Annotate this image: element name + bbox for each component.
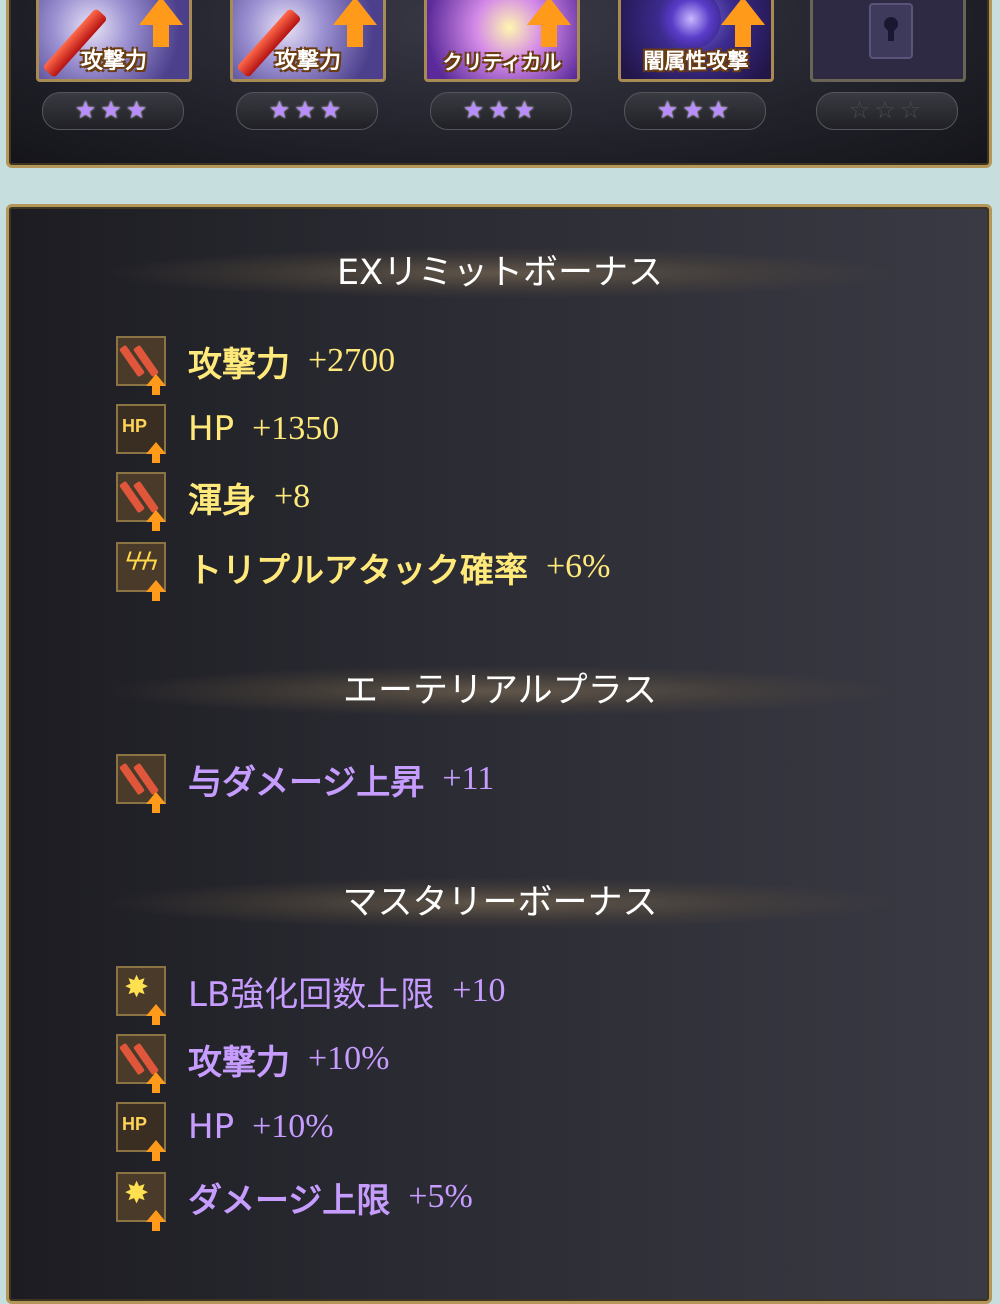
ex-limit-title: EXリミットボーナス — [110, 248, 890, 298]
bonus-row: 与ダメージ上昇 +11 — [116, 752, 495, 813]
up-arrow-icon — [527, 0, 571, 47]
stat-name: 攻撃力 — [188, 1042, 290, 1083]
ethereal-title: エーテリアルプラス — [110, 666, 890, 716]
bonus-row: 渾身 +8 — [116, 470, 311, 531]
bonus-row: ✸ LB強化回数上限 +10 — [116, 964, 506, 1025]
skill-slot-2[interactable]: 攻撃力 ★★★ — [230, 0, 390, 132]
stat-value: +8 — [274, 478, 311, 515]
stat-value: +11 — [442, 760, 495, 797]
sword-icon — [116, 472, 166, 531]
bonus-row: HP HP +10% — [116, 1100, 334, 1161]
star-rating: ☆☆☆ — [816, 92, 958, 130]
burst-icon: ✸ — [116, 966, 166, 1025]
sword-icon — [116, 754, 166, 813]
skill-label: 闇属性攻撃 — [643, 49, 749, 73]
skill-slot-1[interactable]: 攻撃力 ★★★ — [36, 0, 196, 132]
skill-label: 攻撃力 — [274, 49, 341, 74]
up-arrow-icon — [139, 0, 183, 47]
skill-list: 攻撃力 ★★★ 攻撃力 ★★★ クリティカル ★★★ 闇属性攻撃 ★★★ ☆☆☆ — [0, 0, 1000, 170]
skill-slot-4[interactable]: 闇属性攻撃 ★★★ — [618, 0, 778, 132]
star-rating: ★★★ — [624, 92, 766, 130]
stat-name: 攻撃力 — [188, 344, 290, 385]
stat-value: +10% — [308, 1040, 390, 1077]
stat-value: +10% — [252, 1108, 334, 1145]
sword-icon — [116, 336, 166, 395]
stat-name: HP — [188, 1107, 235, 1147]
mastery-title: マスタリーボーナス — [110, 878, 890, 928]
stat-value: +5% — [408, 1178, 473, 1215]
bonus-row: ✸ ダメージ上限 +5% — [116, 1170, 473, 1231]
star-rating: ★★★ — [430, 92, 572, 130]
star-rating: ★★★ — [236, 92, 378, 130]
attack-skill-icon[interactable]: 攻撃力 — [36, 0, 192, 82]
stat-value: +2700 — [308, 342, 396, 379]
star-rating: ★★★ — [42, 92, 184, 130]
stat-value: +1350 — [252, 410, 340, 447]
bonus-row: 攻撃力 +10% — [116, 1032, 390, 1093]
locked-skill-icon[interactable] — [810, 0, 966, 82]
bonus-row: ϟϟϟ トリプルアタック確率 +6% — [116, 540, 611, 601]
stat-name: 与ダメージ上昇 — [188, 762, 425, 803]
bonus-row: HP HP +1350 — [116, 402, 340, 463]
skill-label: クリティカル — [442, 50, 562, 74]
hp-icon: HP — [116, 1102, 166, 1161]
bonus-row: 攻撃力 +2700 — [116, 334, 396, 395]
stat-name: トリプルアタック確率 — [188, 550, 528, 591]
hp-icon: HP — [116, 404, 166, 463]
up-arrow-icon — [333, 0, 377, 47]
triple-attack-icon: ϟϟϟ — [116, 542, 166, 601]
stat-name: LB強化回数上限 — [188, 974, 435, 1015]
stat-name: 渾身 — [188, 480, 256, 521]
lock-icon — [869, 3, 913, 59]
stat-value: +10 — [452, 972, 506, 1009]
critical-skill-icon[interactable]: クリティカル — [424, 0, 580, 82]
stat-value: +6% — [546, 548, 611, 585]
up-arrow-icon — [721, 0, 765, 47]
skill-slot-5-locked[interactable]: ☆☆☆ — [810, 0, 970, 132]
stat-name: HP — [188, 409, 235, 449]
burst-icon: ✸ — [116, 1172, 166, 1231]
skill-label: 攻撃力 — [80, 49, 147, 74]
dark-attack-skill-icon[interactable]: 闇属性攻撃 — [618, 0, 774, 82]
stat-name: ダメージ上限 — [188, 1180, 391, 1221]
skill-slot-3[interactable]: クリティカル ★★★ — [424, 0, 584, 132]
attack-skill-icon[interactable]: 攻撃力 — [230, 0, 386, 82]
dark-orb-icon — [661, 0, 721, 49]
sword-icon — [116, 1034, 166, 1093]
